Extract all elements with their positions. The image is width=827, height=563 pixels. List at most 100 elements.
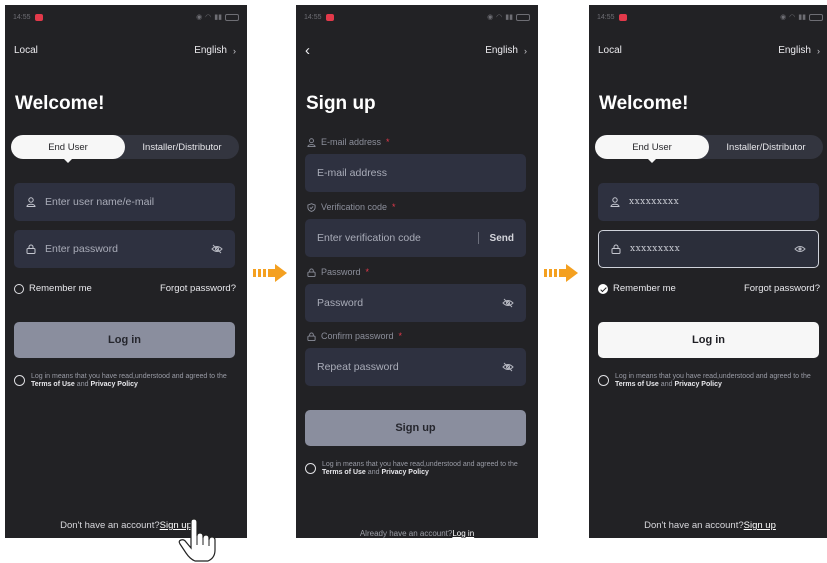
checkbox-checked-icon xyxy=(598,283,608,294)
lock-icon xyxy=(611,244,621,254)
divider xyxy=(477,232,479,244)
language-selector[interactable]: English › xyxy=(778,45,820,56)
status-time: 14:55 xyxy=(304,13,322,21)
status-time: 14:55 xyxy=(597,13,615,21)
language-label: English xyxy=(778,45,811,56)
battery-icon xyxy=(809,13,823,21)
status-bar: 14:55 ◉ ◠ ▮▮ xyxy=(597,11,823,23)
back-arrow-icon[interactable]: ‹ xyxy=(305,43,310,58)
privacy-policy-link[interactable]: Privacy Policy xyxy=(381,469,428,476)
region-label[interactable]: Local xyxy=(14,45,38,56)
arrow-right-icon xyxy=(544,264,578,282)
page-title: Welcome! xyxy=(15,93,105,114)
confirm-label-text: Confirm password xyxy=(321,331,394,341)
chevron-right-icon: › xyxy=(233,45,236,56)
alarm-icon: ◉ xyxy=(780,14,787,21)
battery-icon xyxy=(225,13,239,21)
terms-text: Log in means that you have read,understo… xyxy=(322,461,529,477)
terms-text: Log in means that you have read,understo… xyxy=(615,373,822,389)
email-label-text: E-mail address xyxy=(321,137,382,147)
wifi-icon: ◠ xyxy=(496,14,503,21)
terms-prefix: Log in means that you have read,understo… xyxy=(615,373,811,380)
terms-of-use-link[interactable]: Terms of Use xyxy=(322,469,366,476)
user-type-toggle: End User Installer/Distributor xyxy=(11,135,239,163)
language-selector[interactable]: English › xyxy=(194,45,236,56)
pointing-hand-icon xyxy=(178,518,216,562)
forgot-password-link[interactable]: Forgot password? xyxy=(160,283,236,294)
terms-agreement: Log in means that you have read,understo… xyxy=(14,373,238,389)
code-placeholder: Enter verification code xyxy=(317,232,421,244)
battery-icon xyxy=(516,13,530,21)
checkbox-circle xyxy=(14,283,24,294)
tab-installer[interactable]: Installer/Distributor xyxy=(125,135,239,159)
have-account-text: Already have an account? xyxy=(359,529,453,538)
password-value: xxxxxxxxx xyxy=(630,244,681,254)
language-selector[interactable]: English › xyxy=(485,45,527,56)
signal-icon: ▮▮ xyxy=(505,14,513,21)
wifi-icon: ◠ xyxy=(205,14,212,21)
recording-icon xyxy=(34,13,43,21)
alarm-icon: ◉ xyxy=(196,14,203,21)
password-input[interactable]: Password xyxy=(305,284,526,322)
login-prompt: Already have an account?Log in xyxy=(296,529,538,538)
eye-off-icon[interactable] xyxy=(502,362,514,372)
signup-button[interactable]: Sign up xyxy=(305,410,526,446)
password-input[interactable]: xxxxxxxxx xyxy=(598,230,819,268)
chevron-right-icon: › xyxy=(817,45,820,56)
password-input[interactable]: Enter password xyxy=(14,230,235,268)
terms-of-use-link[interactable]: Terms of Use xyxy=(615,381,659,388)
password-placeholder: Password xyxy=(317,297,364,309)
forgot-password-link[interactable]: Forgot password? xyxy=(744,283,820,294)
remember-label: Remember me xyxy=(29,283,92,294)
password-placeholder: Enter password xyxy=(45,243,118,255)
login-link[interactable]: Log in xyxy=(452,529,474,538)
status-time: 14:55 xyxy=(13,13,31,21)
username-placeholder: Enter user name/e-mail xyxy=(45,196,155,208)
terms-agreement: Log in means that you have read,understo… xyxy=(305,461,529,477)
user-icon xyxy=(307,137,316,147)
remember-checkbox[interactable]: Remember me xyxy=(598,283,676,294)
user-type-toggle: End User Installer/Distributor xyxy=(595,135,823,163)
terms-of-use-link[interactable]: Terms of Use xyxy=(31,381,75,388)
eye-icon[interactable] xyxy=(794,244,806,254)
confirm-password-input[interactable]: Repeat password xyxy=(305,348,526,386)
arrow-right-icon xyxy=(253,264,287,282)
eye-off-icon[interactable] xyxy=(211,244,223,254)
signup-prompt: Don't have an account?Sign up xyxy=(589,520,827,531)
email-placeholder: E-mail address xyxy=(317,167,388,179)
recording-icon xyxy=(325,13,334,21)
eye-off-icon[interactable] xyxy=(502,298,514,308)
terms-checkbox[interactable] xyxy=(14,375,25,386)
lock-icon xyxy=(26,244,36,254)
status-bar: 14:55 ◉ ◠ ▮▮ xyxy=(304,11,530,23)
language-label: English xyxy=(485,45,518,56)
tab-end-user[interactable]: End User xyxy=(11,135,125,163)
no-account-text: Don't have an account? xyxy=(60,520,160,531)
region-label[interactable]: Local xyxy=(598,45,622,56)
privacy-policy-link[interactable]: Privacy Policy xyxy=(674,381,721,388)
email-input[interactable]: E-mail address xyxy=(305,154,526,192)
confirm-password-label: Confirm password * xyxy=(307,331,402,341)
login-button[interactable]: Log in xyxy=(14,322,235,358)
username-input[interactable]: Enter user name/e-mail xyxy=(14,183,235,221)
remember-checkbox[interactable]: Remember me xyxy=(14,283,92,294)
login-screen-filled: 14:55 ◉ ◠ ▮▮ Local English › Welcome! End… xyxy=(589,5,827,538)
username-input[interactable]: xxxxxxxxx xyxy=(598,183,819,221)
top-bar: Local English › xyxy=(14,45,236,56)
terms-checkbox[interactable] xyxy=(598,375,609,386)
signup-link[interactable]: Sign up xyxy=(744,520,776,531)
tab-installer[interactable]: Installer/Distributor xyxy=(709,135,823,159)
tab-end-user[interactable]: End User xyxy=(595,135,709,163)
signal-icon: ▮▮ xyxy=(798,14,806,21)
verification-code-input[interactable]: Enter verification code Send xyxy=(305,219,526,257)
send-code-button[interactable]: Send xyxy=(490,233,514,244)
privacy-policy-link[interactable]: Privacy Policy xyxy=(90,381,137,388)
wifi-icon: ◠ xyxy=(789,14,796,21)
terms-checkbox[interactable] xyxy=(305,463,316,474)
login-button[interactable]: Log in xyxy=(598,322,819,358)
code-label-text: Verification code xyxy=(321,202,388,212)
signup-screen: 14:55 ◉ ◠ ▮▮ ‹ English › Sign up E-mail a… xyxy=(296,5,538,538)
page-title: Sign up xyxy=(306,93,376,114)
terms-and: and xyxy=(660,381,673,388)
required-mark: * xyxy=(392,202,396,212)
